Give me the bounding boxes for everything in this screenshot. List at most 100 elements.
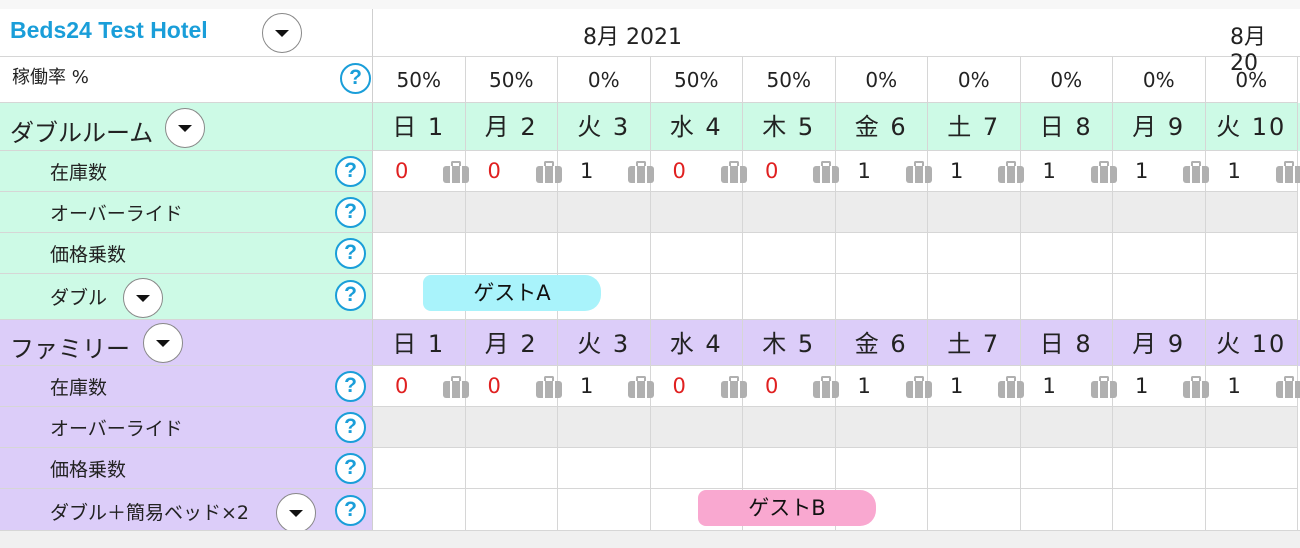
inventory-cell[interactable]: 0 <box>650 366 747 407</box>
multiplier-cell[interactable] <box>743 233 836 274</box>
multiplier-cell[interactable] <box>928 448 1021 489</box>
override-cell[interactable] <box>1113 407 1206 448</box>
override-cell[interactable] <box>928 192 1021 233</box>
help-icon[interactable]: ? <box>340 63 371 94</box>
day-header[interactable]: 水 4 <box>650 320 743 366</box>
calendar-cell[interactable] <box>928 274 1021 320</box>
help-icon[interactable]: ? <box>335 197 366 228</box>
multiplier-cell[interactable] <box>835 233 928 274</box>
day-header[interactable]: 金 6 <box>835 103 928 151</box>
day-header[interactable]: 日 1 <box>373 320 466 366</box>
bottom-scroll-area[interactable] <box>0 530 1300 548</box>
hotel-dropdown-button[interactable] <box>262 13 302 53</box>
inventory-cell[interactable]: 1 <box>558 366 654 407</box>
override-cell[interactable] <box>1020 192 1113 233</box>
override-cell[interactable] <box>373 407 466 448</box>
calendar-cell[interactable] <box>465 489 558 535</box>
multiplier-cell[interactable] <box>373 448 466 489</box>
multiplier-cell[interactable] <box>835 448 928 489</box>
day-header[interactable]: 日 1 <box>373 103 466 151</box>
multiplier-cell[interactable] <box>928 233 1021 274</box>
room-dropdown-button[interactable] <box>143 323 183 363</box>
override-cell[interactable] <box>465 192 558 233</box>
booking-bar[interactable]: ゲストB <box>698 490 876 526</box>
help-icon[interactable]: ? <box>335 495 366 526</box>
inventory-cell[interactable]: 1 <box>1205 151 1300 192</box>
help-icon[interactable]: ? <box>335 371 366 402</box>
day-header[interactable]: 月 9 <box>1113 320 1206 366</box>
override-cell[interactable] <box>1205 407 1298 448</box>
day-header[interactable]: 火 10 <box>1205 103 1298 151</box>
override-cell[interactable] <box>835 192 928 233</box>
day-header[interactable]: 金 6 <box>835 320 928 366</box>
inventory-cell[interactable]: 1 <box>1113 151 1209 192</box>
multiplier-cell[interactable] <box>1020 233 1113 274</box>
multiplier-cell[interactable] <box>1113 233 1206 274</box>
multiplier-cell[interactable] <box>743 448 836 489</box>
help-icon[interactable]: ? <box>335 280 366 311</box>
override-cell[interactable] <box>650 192 743 233</box>
inventory-cell[interactable]: 0 <box>465 366 562 407</box>
day-header[interactable]: 火 3 <box>558 320 651 366</box>
inventory-cell[interactable]: 0 <box>650 151 747 192</box>
day-header[interactable]: 月 2 <box>465 320 558 366</box>
override-cell[interactable] <box>373 192 466 233</box>
room-name[interactable]: ダブルルーム <box>10 113 153 148</box>
help-icon[interactable]: ? <box>335 412 366 443</box>
inventory-cell[interactable]: 0 <box>373 151 469 192</box>
day-header[interactable]: 月 2 <box>465 103 558 151</box>
day-header[interactable]: 水 4 <box>650 103 743 151</box>
inventory-cell[interactable]: 1 <box>835 151 932 192</box>
multiplier-cell[interactable] <box>650 448 743 489</box>
calendar-cell[interactable] <box>835 274 928 320</box>
room-name[interactable]: ファミリー <box>10 329 130 364</box>
override-cell[interactable] <box>465 407 558 448</box>
multiplier-cell[interactable] <box>558 448 651 489</box>
calendar-cell[interactable] <box>1205 274 1298 320</box>
multiplier-cell[interactable] <box>465 233 558 274</box>
help-icon[interactable]: ? <box>335 156 366 187</box>
booking-bar[interactable]: ゲストA <box>423 275 601 311</box>
day-header[interactable]: 火 3 <box>558 103 651 151</box>
multiplier-cell[interactable] <box>1205 233 1298 274</box>
calendar-cell[interactable] <box>558 489 651 535</box>
inventory-cell[interactable]: 1 <box>835 366 932 407</box>
override-cell[interactable] <box>1020 407 1113 448</box>
inventory-cell[interactable]: 1 <box>1020 151 1117 192</box>
multiplier-cell[interactable] <box>373 233 466 274</box>
day-header[interactable]: 木 5 <box>743 103 836 151</box>
unit-dropdown-button[interactable] <box>276 493 316 533</box>
calendar-cell[interactable] <box>1020 489 1113 535</box>
day-header[interactable]: 日 8 <box>1020 103 1113 151</box>
calendar-cell[interactable] <box>1113 489 1206 535</box>
help-icon[interactable]: ? <box>335 453 366 484</box>
override-cell[interactable] <box>743 407 836 448</box>
override-cell[interactable] <box>1113 192 1206 233</box>
multiplier-cell[interactable] <box>1020 448 1113 489</box>
suitcase-icon[interactable] <box>1275 376 1300 398</box>
day-header[interactable]: 土 7 <box>928 320 1021 366</box>
inventory-cell[interactable]: 0 <box>465 151 562 192</box>
multiplier-cell[interactable] <box>465 448 558 489</box>
calendar-cell[interactable] <box>1020 274 1113 320</box>
multiplier-cell[interactable] <box>558 233 651 274</box>
override-cell[interactable] <box>558 407 651 448</box>
inventory-cell[interactable]: 1 <box>558 151 654 192</box>
inventory-cell[interactable]: 1 <box>928 366 1024 407</box>
day-header[interactable]: 日 8 <box>1020 320 1113 366</box>
room-dropdown-button[interactable] <box>165 108 205 148</box>
inventory-cell[interactable]: 1 <box>1020 366 1117 407</box>
override-cell[interactable] <box>1205 192 1298 233</box>
calendar-cell[interactable] <box>650 274 743 320</box>
override-cell[interactable] <box>835 407 928 448</box>
calendar-cell[interactable] <box>928 489 1021 535</box>
hotel-name[interactable]: Beds24 Test Hotel <box>10 17 208 44</box>
inventory-cell[interactable]: 1 <box>928 151 1024 192</box>
inventory-cell[interactable]: 1 <box>1205 366 1300 407</box>
day-header[interactable]: 土 7 <box>928 103 1021 151</box>
override-cell[interactable] <box>743 192 836 233</box>
suitcase-icon[interactable] <box>1275 161 1300 183</box>
inventory-cell[interactable]: 0 <box>743 366 839 407</box>
day-header[interactable]: 火 10 <box>1205 320 1298 366</box>
calendar-cell[interactable] <box>1205 489 1298 535</box>
